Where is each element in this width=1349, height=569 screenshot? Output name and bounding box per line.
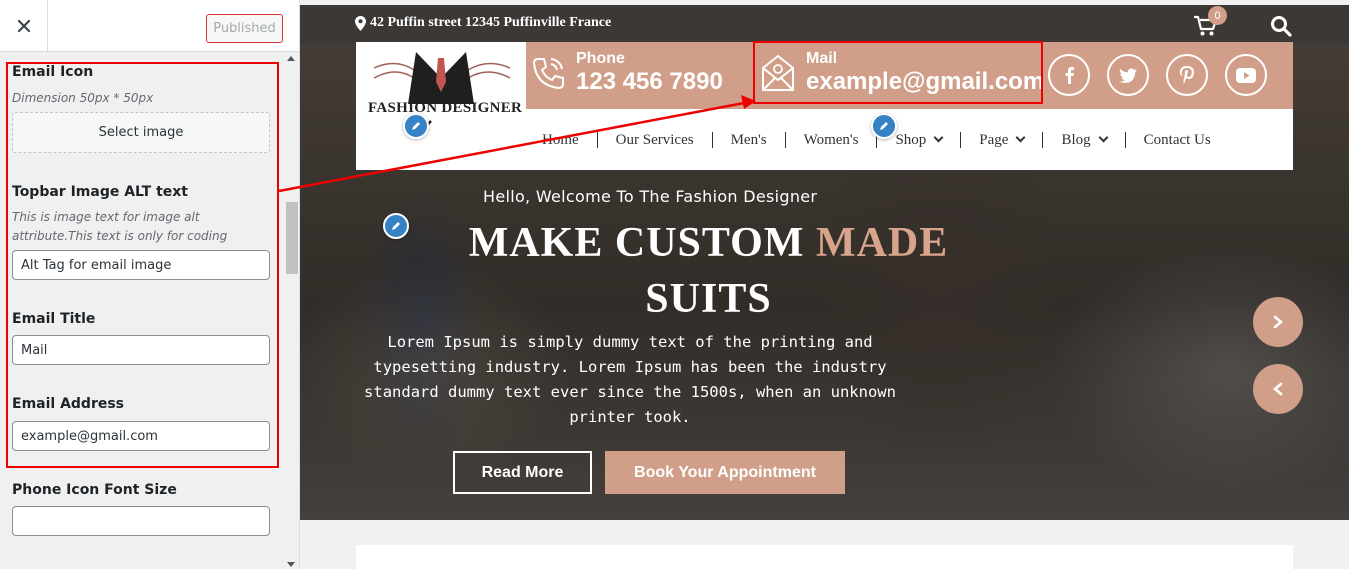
nav-item-home[interactable]: Home — [526, 132, 597, 148]
nav-item-blog[interactable]: Blog — [1042, 131, 1124, 148]
phone-title: Phone — [576, 50, 625, 67]
phone-icon — [532, 58, 564, 90]
nav-shop-label: Shop — [895, 131, 927, 148]
chevron-down-icon — [1016, 132, 1026, 143]
headline-accent: MADE — [815, 220, 949, 266]
nav-contact-label: Contact Us — [1143, 131, 1211, 148]
customizer-header: Published — [0, 0, 299, 52]
chevron-down-icon — [1098, 132, 1109, 143]
address-text: 42 Puffin street 12345 Puffinville Franc… — [370, 15, 612, 30]
nav-services-label: Our Services — [615, 131, 694, 148]
hero-headline: MAKE CUSTOM MADE SUITS — [356, 215, 1061, 327]
chevron-left-icon — [1272, 382, 1283, 396]
nav-item-mens[interactable]: Men's — [711, 131, 785, 148]
nav-item-our-services[interactable]: Our Services — [596, 131, 712, 148]
hero-description: Lorem Ipsum is simply dummy text of the … — [364, 333, 896, 426]
close-customizer-button[interactable] — [0, 0, 48, 52]
headline-part-2: SUITS — [645, 276, 772, 322]
hero-welcome-text: Hello, Welcome To The Fashion Designer — [483, 187, 818, 206]
cart-count-badge: 0 — [1208, 6, 1227, 25]
pinterest-icon[interactable] — [1166, 54, 1208, 96]
map-marker-icon — [355, 15, 366, 31]
edit-logo-pencil-icon[interactable] — [403, 113, 429, 139]
headline-part-1: MAKE CUSTOM — [468, 220, 816, 266]
book-appointment-button[interactable]: Book Your Appointment — [605, 451, 845, 494]
search-icon[interactable] — [1270, 15, 1292, 37]
sidebar-scrollbar[interactable] — [284, 52, 298, 569]
scroll-up-arrow-icon[interactable] — [287, 56, 295, 61]
publish-button[interactable]: Published — [206, 14, 283, 43]
highlight-box-email-settings — [6, 62, 279, 468]
topbar-address: 42 Puffin street 12345 Puffinville Franc… — [355, 15, 611, 31]
highlight-box-mail — [753, 41, 1043, 104]
read-more-button[interactable]: Read More — [453, 451, 592, 494]
site-preview: 42 Puffin street 12345 Puffinville Franc… — [300, 0, 1349, 569]
chevron-right-icon — [1273, 315, 1284, 329]
logo-text: FASHION DESIGNER — [368, 100, 523, 116]
customizer-sidebar: Published Email Icon Dimension 50px * 50… — [0, 0, 300, 569]
nav-page-label: Page — [979, 131, 1009, 148]
nav-womens-label: Women's — [803, 131, 859, 148]
nav-blog-label: Blog — [1061, 131, 1091, 148]
screen: Published Email Icon Dimension 50px * 50… — [0, 0, 1349, 569]
slider-prev-button[interactable] — [1253, 364, 1303, 414]
close-icon — [17, 19, 30, 33]
site-logo[interactable]: FASHION DESIGNER — [356, 42, 526, 170]
edit-menu-pencil-icon[interactable] — [871, 113, 897, 139]
phone-icon-size-label: Phone Icon Font Size — [12, 482, 177, 498]
twitter-icon[interactable] — [1107, 54, 1149, 96]
content-card — [356, 545, 1293, 569]
logo-suit-graphic — [373, 52, 511, 104]
phone-contact: Phone 123 456 7890 — [530, 50, 723, 96]
customizer-controls: Email Icon Dimension 50px * 50px Select … — [0, 52, 284, 569]
phone-number: 123 456 7890 — [576, 68, 723, 95]
slider-next-button[interactable] — [1253, 297, 1303, 347]
chevron-down-icon — [933, 132, 944, 143]
youtube-icon[interactable] — [1225, 54, 1267, 96]
site-header: FASHION DESIGNER Phone 123 456 7890 Mail… — [356, 41, 1293, 170]
topbar: 42 Puffin street 12345 Puffinville Franc… — [300, 5, 1349, 43]
nav-home-label: Home — [542, 131, 579, 148]
phone-icon-size-input[interactable] — [12, 506, 270, 536]
scroll-thumb[interactable] — [286, 202, 298, 274]
nav-item-page[interactable]: Page — [960, 131, 1042, 148]
scroll-down-arrow-icon[interactable] — [287, 562, 295, 567]
nav-mens-label: Men's — [730, 131, 767, 148]
nav-item-contact-us[interactable]: Contact Us — [1124, 131, 1229, 148]
nav-item-womens[interactable]: Women's — [784, 131, 877, 148]
contact-band: Phone 123 456 7890 Mail example@gmail.co… — [526, 41, 1293, 109]
facebook-icon[interactable] — [1048, 54, 1090, 96]
